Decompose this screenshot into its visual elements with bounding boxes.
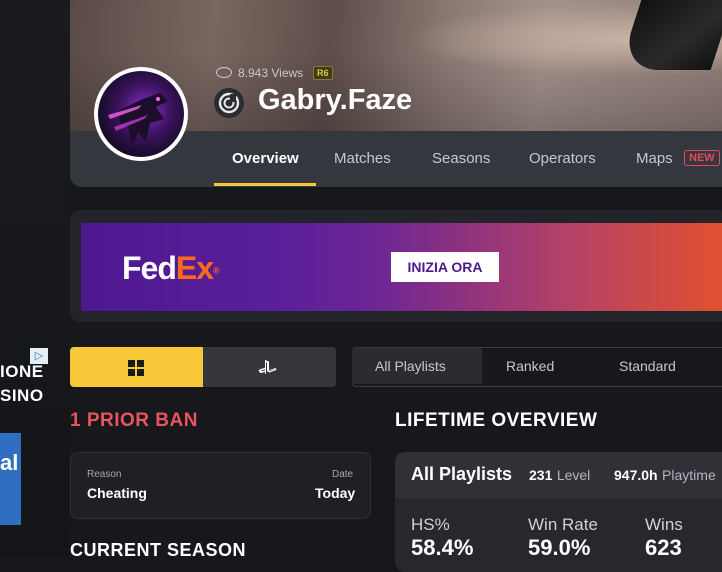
lifetime-overview-title: LIFETIME OVERVIEW — [395, 410, 598, 431]
active-tab-indicator — [214, 183, 316, 186]
tab-matches[interactable]: Matches — [334, 150, 391, 167]
lifetime-playlist-label: All Playlists — [411, 464, 513, 484]
playlist-standard[interactable]: Standard — [619, 358, 676, 374]
playlist-ranked[interactable]: Ranked — [506, 358, 554, 374]
username: Gabry.Faze — [258, 84, 413, 116]
playtime-stat: 947.0h Playtime — [614, 467, 716, 485]
fedex-logo-fed: Fed — [122, 250, 177, 286]
prior-ban-title: 1 PRIOR BAN — [70, 410, 198, 431]
new-badge: NEW — [684, 150, 720, 166]
left-ad-text-line1[interactable]: IONE — [0, 362, 44, 382]
ad-choices-icon[interactable]: ▷ — [30, 348, 48, 364]
stat-wins-label: Wins — [645, 515, 683, 534]
playtime-label: Playtime — [662, 467, 716, 483]
stat-winrate-label: Win Rate — [528, 515, 598, 534]
ubisoft-icon — [214, 88, 244, 118]
views-label: Views — [271, 66, 304, 80]
tab-overview[interactable]: Overview — [232, 150, 299, 167]
ban-reason-label: Reason — [87, 469, 122, 480]
left-ad-blue-banner[interactable]: al — [0, 433, 21, 525]
playtime-value: 947.0h — [614, 467, 658, 483]
tab-maps[interactable]: Maps — [636, 150, 673, 167]
eye-icon — [216, 67, 232, 79]
fedex-logo: FedEx® — [122, 250, 220, 287]
level-stat: 231 Level — [529, 467, 590, 485]
views-count: 8.943 — [238, 66, 269, 80]
left-ad-text-line2[interactable]: SINO — [0, 386, 44, 406]
game-badge: R6 — [313, 66, 333, 80]
ad-cta-button[interactable]: INIZIA ORA — [391, 252, 499, 282]
avatar-image — [98, 71, 184, 157]
playlist-all[interactable]: All Playlists — [375, 358, 446, 374]
registered-mark-icon: ® — [213, 265, 220, 276]
left-ad-blue-text: al — [0, 450, 19, 475]
views-counter: 8.943 Views — [216, 66, 303, 80]
ban-date-value: Today — [315, 485, 356, 501]
fedex-logo-ex: Ex — [175, 250, 214, 286]
ban-date-label: Date — [332, 469, 354, 480]
stat-wins-value: 623 — [645, 535, 682, 560]
windows-icon — [128, 360, 144, 376]
stat-hs-label: HS% — [411, 515, 450, 534]
tab-operators[interactable]: Operators — [529, 150, 596, 167]
stat-hs-value: 58.4% — [411, 535, 474, 560]
stat-winrate-value: 59.0% — [528, 535, 591, 560]
playstation-icon — [258, 359, 278, 379]
ban-reason-value: Cheating — [87, 485, 147, 501]
level-label: Level — [556, 467, 591, 483]
level-value: 231 — [529, 467, 553, 483]
tab-seasons[interactable]: Seasons — [432, 150, 490, 167]
